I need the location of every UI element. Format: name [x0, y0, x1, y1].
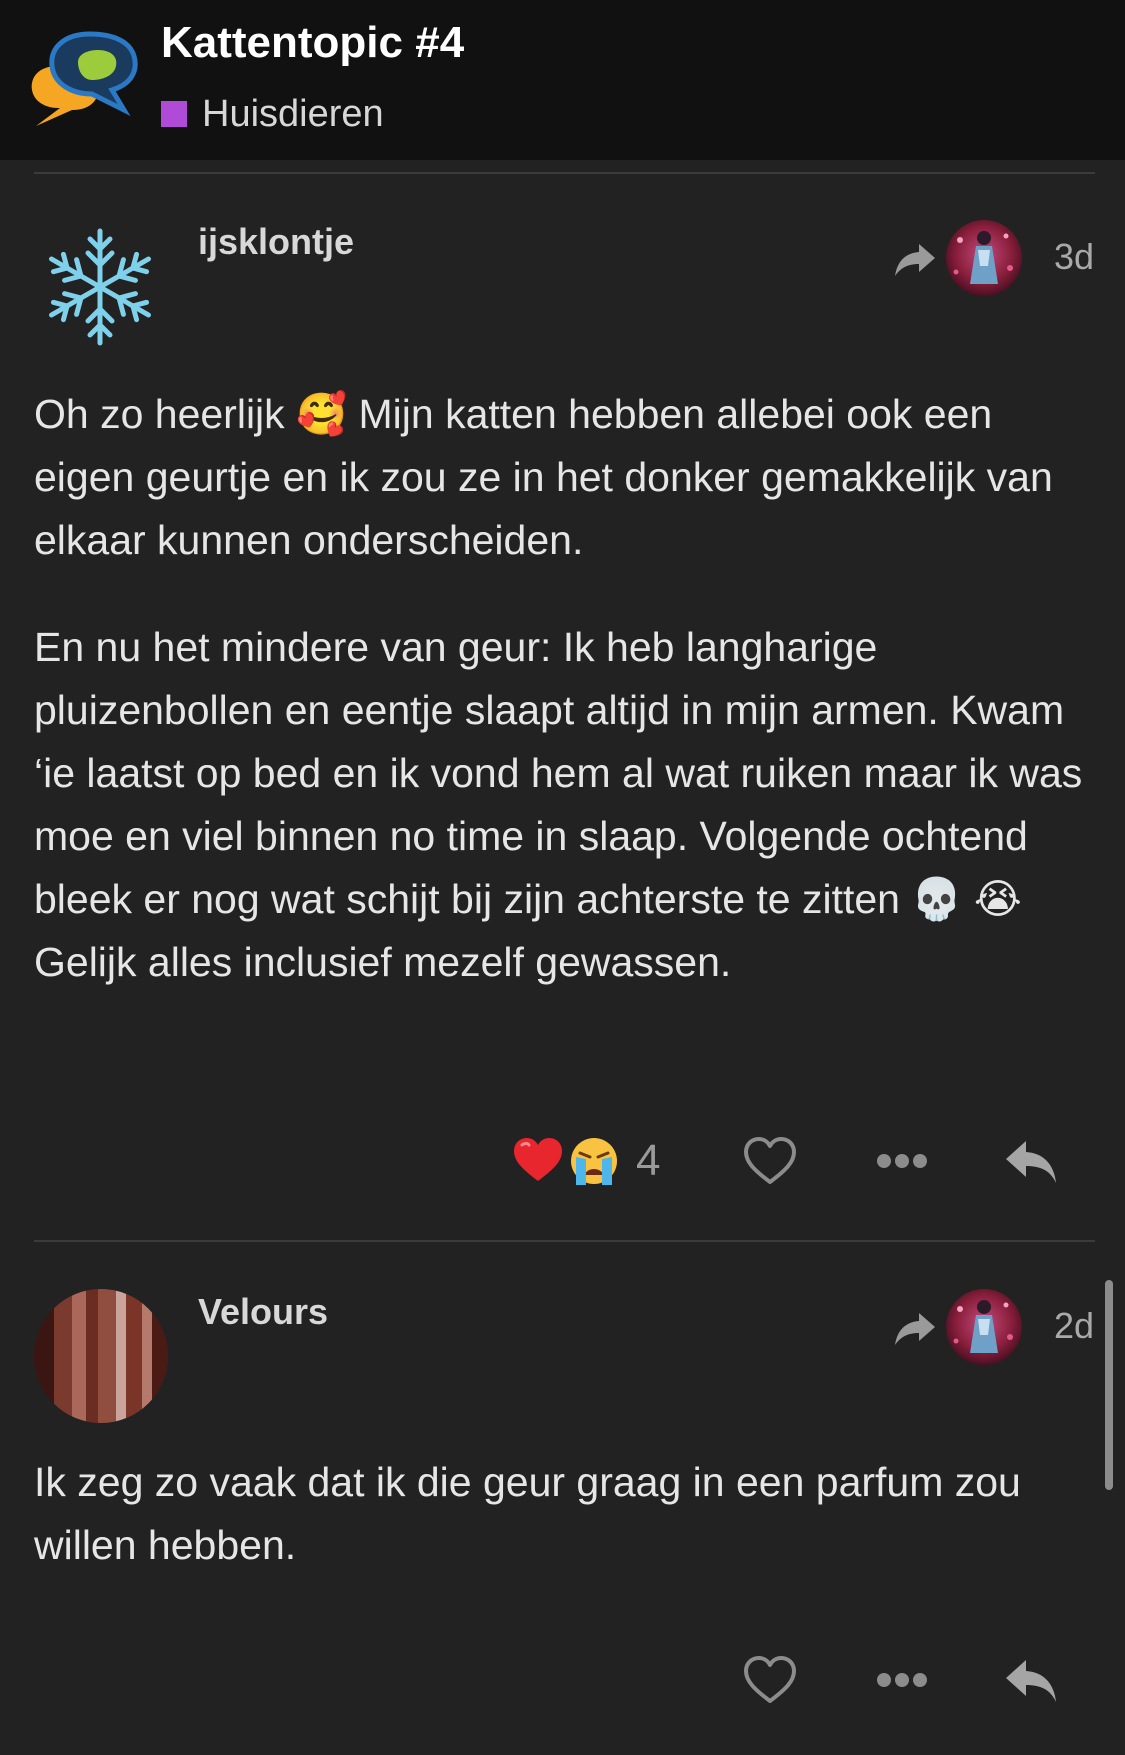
text-segment: Ik zeg zo vaak dat ik die geur graag in … [34, 1459, 1021, 1568]
reply-arrow-icon [1006, 1141, 1056, 1183]
avatar-snowflake-icon[interactable] [34, 219, 168, 353]
user-avatar-picture [946, 1289, 1022, 1365]
skull-emoji: 💀 [911, 876, 963, 922]
topic-header: Kattentopic #4 Huisdieren [0, 0, 1125, 160]
chat-bubbles-logo-icon[interactable] [28, 28, 140, 128]
category-badge[interactable]: Huisdieren [161, 92, 384, 136]
post-username[interactable]: ijsklontje [198, 221, 354, 263]
more-options-button[interactable] [867, 1126, 937, 1196]
smiling-hearts-emoji: 🥰 [296, 391, 348, 437]
category-name: Huisdieren [202, 92, 384, 135]
post-username[interactable]: Velours [198, 1291, 328, 1333]
divider [34, 1240, 1095, 1242]
text-segment: Gelijk alles inclusief mezelf gewassen. [34, 939, 732, 985]
heart-outline-icon [744, 1137, 796, 1184]
post-date[interactable]: 2d [1054, 1305, 1094, 1347]
reply-to-avatar[interactable] [946, 220, 1022, 296]
share-arrow-icon[interactable] [893, 1311, 937, 1347]
share-arrow-icon[interactable] [893, 242, 937, 278]
crying-face-reaction-icon [571, 1138, 617, 1185]
curtain-avatar [34, 1289, 168, 1423]
avatar-curtain-picture[interactable] [34, 1289, 168, 1423]
heart-outline-icon [744, 1656, 796, 1703]
divider [34, 172, 1095, 174]
reaction-count: 4 [636, 1136, 661, 1185]
more-dots-icon [877, 1673, 927, 1687]
post-actions: 4 [0, 1126, 1125, 1196]
post-date[interactable]: 3d [1054, 236, 1094, 278]
post-paragraph: En nu het mindere van geur: Ik heb langh… [34, 616, 1094, 994]
reply-to-avatar[interactable] [946, 1289, 1022, 1365]
topic-title[interactable]: Kattentopic #4 [161, 18, 464, 68]
post-paragraph: Oh zo heerlijk 🥰 Mijn katten hebben alle… [34, 383, 1094, 572]
like-button[interactable] [735, 1126, 805, 1196]
reply-button[interactable] [996, 1645, 1066, 1715]
post-actions [0, 1645, 1125, 1715]
reply-arrow-icon [1006, 1660, 1056, 1702]
snowflake-icon [49, 228, 151, 346]
more-options-button[interactable] [867, 1645, 937, 1715]
crying-face-emoji: 😭 [973, 876, 1022, 922]
category-color-square [161, 101, 187, 127]
like-button[interactable] [735, 1645, 805, 1715]
post-paragraph: Ik zeg zo vaak dat ik die geur graag in … [34, 1451, 1094, 1577]
text-segment: Oh zo heerlijk [34, 391, 297, 437]
user-avatar-picture [946, 220, 1022, 296]
reactions-summary[interactable]: 4 [512, 1126, 660, 1196]
text-segment [962, 876, 973, 922]
red-heart-reaction-icon [514, 1138, 562, 1181]
more-dots-icon [877, 1154, 927, 1168]
scrollbar[interactable] [1105, 1280, 1113, 1490]
reply-button[interactable] [996, 1126, 1066, 1196]
post-body: Ik zeg zo vaak dat ik die geur graag in … [34, 1451, 1094, 1577]
post-body: Oh zo heerlijk 🥰 Mijn katten hebben alle… [34, 383, 1094, 994]
